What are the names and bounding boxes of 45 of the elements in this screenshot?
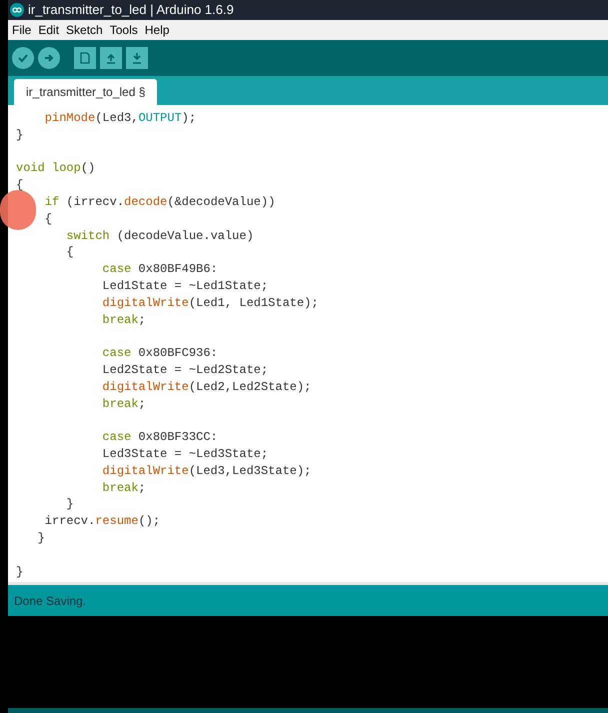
- code-line: void loop(): [16, 160, 96, 178]
- code-line: case 0x80BF33CC:: [101, 429, 218, 446]
- code-line: {: [65, 244, 74, 262]
- code-line: digitalWrite(Led1, Led1State);: [101, 294, 318, 312]
- code-line: irrecv.resume();: [44, 513, 160, 530]
- checkmark-icon: [17, 52, 29, 64]
- code-line: }: [16, 564, 24, 580]
- up-arrow-icon: [105, 52, 117, 64]
- code-line: break;: [101, 312, 146, 328]
- code-line: pinMode(Led3,OUTPUT);: [44, 110, 196, 127]
- click-highlight: [0, 190, 36, 230]
- right-arrow-icon: [43, 52, 55, 64]
- right-arrow-button[interactable]: [38, 47, 60, 69]
- menu-item[interactable]: Edit: [38, 21, 60, 39]
- code-line: Led2State = ~Led2State;: [101, 362, 268, 379]
- menu-item[interactable]: Tools: [110, 21, 138, 39]
- code-line: break;: [101, 480, 146, 496]
- page-button[interactable]: [74, 47, 96, 69]
- code-editor[interactable]: [8, 105, 608, 585]
- code-line: {: [16, 177, 24, 194]
- checkmark-button[interactable]: [12, 47, 34, 69]
- page-icon: [80, 52, 90, 64]
- code-line: digitalWrite(Led2,Led2State);: [101, 378, 312, 396]
- code-line: break;: [101, 396, 146, 412]
- status-message: Done Saving.: [14, 592, 86, 610]
- code-line: if (irrecv.decode(&decodeValue)): [44, 194, 276, 211]
- down-arrow-icon: [131, 52, 143, 64]
- window-title: ir_transmitter_to_led | Arduino 1.6.9: [28, 1, 234, 20]
- editor-tab[interactable]: ir_transmitter_to_led §: [14, 79, 158, 105]
- code-line: digitalWrite(Led3,Led3State);: [101, 462, 312, 480]
- menu-item[interactable]: Sketch: [66, 21, 103, 39]
- code-line: Led1State = ~Led1State;: [101, 278, 268, 295]
- code-line: case 0x80BF49B6:: [101, 261, 218, 278]
- code-line: }: [36, 530, 45, 547]
- code-line: }: [16, 126, 24, 144]
- up-arrow-button[interactable]: [100, 47, 122, 69]
- code-line: {: [44, 210, 52, 228]
- code-line: }: [65, 496, 74, 514]
- code-line: Led3State = ~Led3State;: [101, 446, 268, 463]
- code-line: case 0x80BFC936:: [101, 345, 218, 362]
- menu-item[interactable]: File: [12, 21, 32, 39]
- infinity-logo-icon: [10, 3, 24, 17]
- code-line: switch (decodeValue.value): [65, 228, 254, 244]
- down-arrow-button[interactable]: [126, 47, 148, 69]
- menu-item[interactable]: Help: [144, 21, 170, 39]
